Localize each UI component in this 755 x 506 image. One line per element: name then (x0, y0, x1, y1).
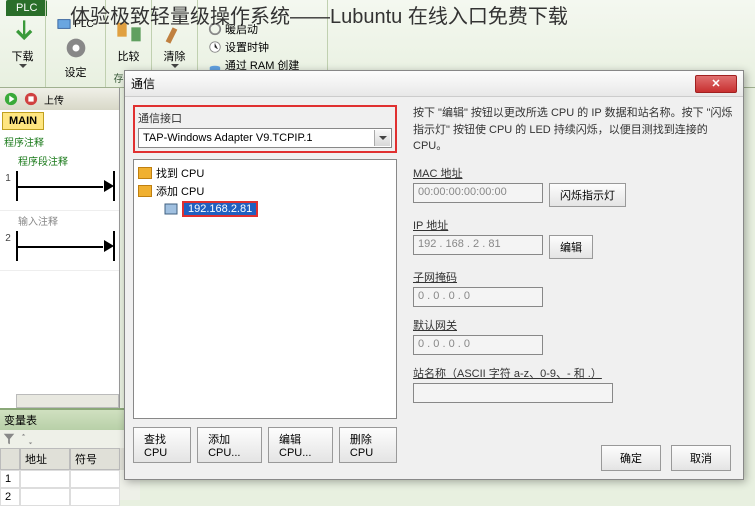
sort-icon[interactable] (20, 432, 34, 446)
tree-add-cpu[interactable]: 添加 CPU (138, 182, 392, 200)
tree-found-cpu[interactable]: 找到 CPU (138, 164, 392, 182)
interface-label: 通信接口 (138, 110, 392, 126)
interface-value: TAP-Windows Adapter V9.TCPIP.1 (143, 132, 313, 144)
clock-icon (208, 40, 222, 54)
delete-cpu-button[interactable]: 删除 CPU (339, 427, 397, 463)
arrow-right-icon (104, 180, 114, 192)
mac-field: 00:00:00:00:00:00 (413, 183, 543, 203)
table-row[interactable]: 1 (0, 470, 140, 488)
flash-led-button[interactable]: 闪烁指示灯 (549, 183, 626, 207)
filter-icon[interactable] (2, 432, 16, 446)
chevron-down-icon (171, 64, 179, 68)
settings-label: 设定 (65, 64, 87, 80)
set-clock-label: 设置时钟 (225, 39, 269, 55)
ip-field: 192 . 168 . 2 . 81 (413, 235, 543, 255)
folder-icon (138, 185, 152, 197)
gear-icon (62, 34, 90, 62)
cancel-button[interactable]: 取消 (671, 445, 731, 471)
arrow-right-icon (104, 240, 114, 252)
horizontal-scrollbar[interactable] (16, 394, 119, 408)
segment-comment[interactable]: 程序段注释 (0, 151, 119, 170)
folder-icon (138, 167, 152, 179)
rung-number: 1 (2, 173, 14, 184)
variable-table: 变量表 地址 符号 1 2 (0, 408, 140, 500)
download-button[interactable]: 下载 (1, 16, 45, 70)
mask-field: 0 . 0 . 0 . 0 (413, 287, 543, 307)
communication-dialog: 通信 ✕ 通信接口 TAP-Windows Adapter V9.TCPIP.1… (124, 70, 744, 480)
cpu-icon (164, 203, 178, 215)
ladder-panel: 上传 MAIN 程序注释 1 程序段注释 2 输入注释 (0, 88, 120, 408)
download-label: 下载 (12, 48, 34, 64)
rung-1[interactable]: 1 程序段注释 (0, 151, 119, 211)
program-comment[interactable]: 程序注释 (0, 132, 119, 151)
page-overlay-title: 体验极致轻量级操作系统——Lubuntu 在线入口免费下载 (70, 0, 568, 29)
close-icon: ✕ (711, 77, 720, 90)
rung-number: 2 (2, 233, 14, 244)
main-tab[interactable]: MAIN (2, 112, 44, 130)
interface-section: 通信接口 TAP-Windows Adapter V9.TCPIP.1 (133, 105, 397, 153)
add-cpu-button[interactable]: 添加 CPU... (197, 427, 262, 463)
chevron-down-icon (374, 130, 390, 146)
table-row[interactable]: 2 (0, 488, 140, 506)
edit-ip-button[interactable]: 编辑 (549, 235, 593, 259)
col-address[interactable]: 地址 (20, 448, 70, 470)
station-field[interactable] (413, 383, 613, 403)
interface-combo[interactable]: TAP-Windows Adapter V9.TCPIP.1 (138, 128, 392, 148)
var-table-title: 变量表 (0, 410, 140, 430)
tree-cpu-ip[interactable]: 192.168.2.81 (138, 200, 392, 218)
upload-label[interactable]: 上传 (44, 92, 64, 107)
col-symbol[interactable]: 符号 (70, 448, 120, 470)
station-label: 站名称（ASCII 字符 a-z、0-9、- 和 .） (413, 365, 735, 381)
edit-cpu-button[interactable]: 编辑 CPU... (268, 427, 333, 463)
mask-label: 子网掩码 (413, 269, 735, 285)
ladder-toolbar: 上传 (0, 88, 119, 110)
dialog-titlebar[interactable]: 通信 ✕ (125, 71, 743, 97)
play-icon[interactable] (4, 92, 18, 106)
chevron-down-icon (19, 64, 27, 68)
find-cpu-button[interactable]: 查找 CPU (133, 427, 191, 463)
ip-label: IP 地址 (413, 217, 735, 233)
mac-label: MAC 地址 (413, 165, 735, 181)
set-clock-button[interactable]: 设置时钟 (204, 38, 273, 56)
ok-button[interactable]: 确定 (601, 445, 661, 471)
compare-label: 比较 (118, 48, 140, 64)
gateway-field: 0 . 0 . 0 . 0 (413, 335, 543, 355)
stop-icon[interactable] (24, 92, 38, 106)
clear-label: 清除 (164, 48, 186, 64)
settings-button[interactable]: 设定 (54, 32, 98, 82)
cpu-tree[interactable]: 找到 CPU 添加 CPU 192.168.2.81 (133, 159, 397, 419)
help-text: 按下 "编辑" 按钮以更改所选 CPU 的 IP 数据和站名称。按下 "闪烁指示… (413, 105, 735, 155)
rung-2[interactable]: 2 输入注释 (0, 211, 119, 271)
close-button[interactable]: ✕ (695, 75, 737, 93)
dialog-title: 通信 (131, 75, 695, 92)
download-icon (9, 18, 37, 46)
input-comment[interactable]: 输入注释 (0, 211, 119, 230)
gateway-label: 默认网关 (413, 317, 735, 333)
